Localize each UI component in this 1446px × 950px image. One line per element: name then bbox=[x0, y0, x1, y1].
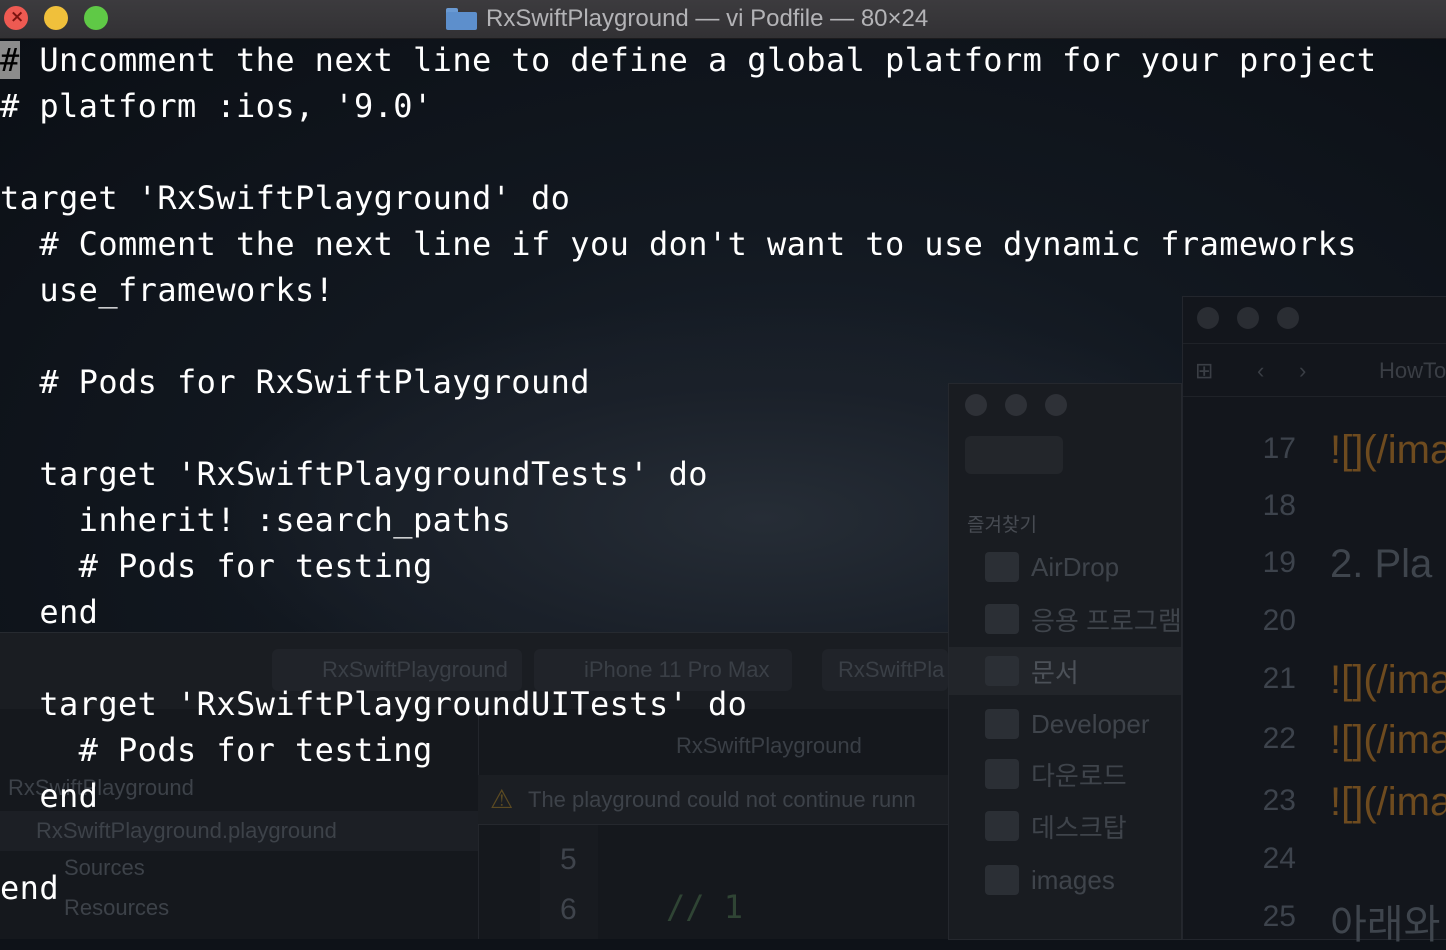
terminal-line: # Pods for testing bbox=[0, 547, 433, 585]
terminal-line: inherit! :search_paths bbox=[0, 501, 512, 539]
terminal-line: # Pods for testing bbox=[0, 731, 433, 769]
terminal-line: target 'RxSwiftPlaygroundTests' do bbox=[0, 455, 708, 493]
terminal-line: # Comment the next line if you don't wan… bbox=[0, 225, 1357, 263]
terminal-line: # platform :ios, '9.0' bbox=[0, 87, 433, 125]
terminal-line: target 'RxSwiftPlaygroundUITests' do bbox=[0, 685, 748, 723]
minimize-window-button[interactable] bbox=[44, 6, 68, 30]
window-title: RxSwiftPlayground — vi Podfile — 80×24 bbox=[446, 4, 928, 34]
zoom-window-button[interactable] bbox=[84, 6, 108, 30]
close-window-button[interactable] bbox=[4, 6, 28, 30]
folder-icon bbox=[446, 8, 477, 30]
terminal-line: use_frameworks! bbox=[0, 271, 335, 309]
terminal-line: end bbox=[0, 869, 59, 907]
terminal-line: # Uncomment the next line to define a gl… bbox=[0, 41, 1377, 79]
terminal-viewport[interactable]: # Uncomment the next line to define a gl… bbox=[0, 38, 1446, 938]
terminal-line: # Pods for RxSwiftPlayground bbox=[0, 363, 590, 401]
title-bar: RxSwiftPlayground — vi Podfile — 80×24 bbox=[0, 0, 1446, 39]
terminal-line: end bbox=[0, 777, 99, 815]
text-cursor: # bbox=[0, 41, 20, 79]
terminal-line: end bbox=[0, 593, 99, 631]
terminal-line: target 'RxSwiftPlayground' do bbox=[0, 179, 571, 217]
window-title-text: RxSwiftPlayground — vi Podfile — 80×24 bbox=[486, 5, 929, 32]
